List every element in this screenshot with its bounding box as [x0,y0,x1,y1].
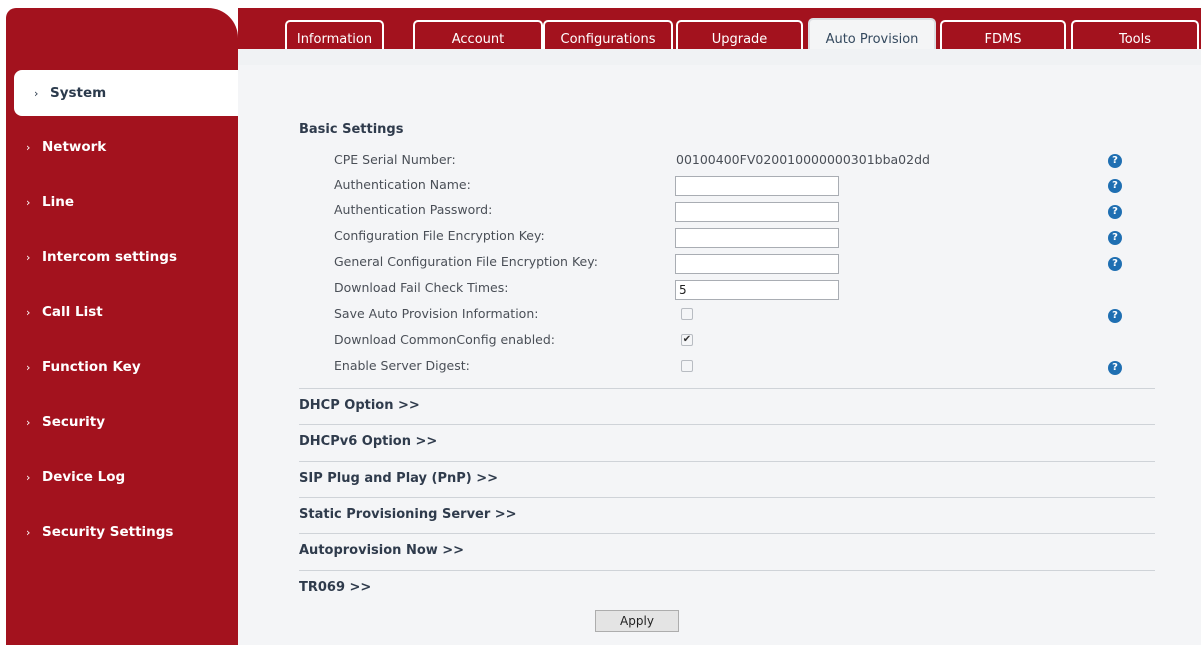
sidebar-item-function-key[interactable]: › Function Key [6,344,238,390]
chevron-right-icon: › [34,86,39,100]
dhcp-option-section[interactable]: DHCP Option >> [299,388,1155,424]
autoprovision-now-section[interactable]: Autoprovision Now >> [299,533,1155,569]
authentication-name-label: Authentication Name: [334,177,471,192]
help-icon[interactable]: ? [1108,361,1122,375]
config-file-encryption-key-input[interactable] [675,228,839,248]
sidebar-item-call-list[interactable]: › Call List [6,289,238,335]
dhcpv6-option-section[interactable]: DHCPv6 Option >> [299,424,1155,460]
chevron-right-icon: › [26,195,31,209]
sidebar-item-system[interactable]: › System [14,70,243,116]
sidebar-item-intercom-settings[interactable]: › Intercom settings [6,234,238,280]
chevron-right-icon: › [26,470,31,484]
save-auto-provision-info-label: Save Auto Provision Information: [334,306,539,321]
save-auto-provision-info-checkbox[interactable] [681,308,693,320]
general-config-file-encryption-key-label: General Configuration File Encryption Ke… [334,254,598,269]
tr069-section[interactable]: TR069 >> [299,570,1155,606]
enable-server-digest-checkbox[interactable] [681,360,693,372]
enable-server-digest-label: Enable Server Digest: [334,358,470,373]
chevron-right-icon: › [26,250,31,264]
cpe-serial-number-label: CPE Serial Number: [334,152,456,167]
sidebar-item-label: Intercom settings [42,249,177,265]
cpe-serial-number-value: 00100400FV020010000000301bba02dd [676,152,930,167]
sidebar-item-security-settings[interactable]: › Security Settings [6,509,238,555]
download-commonconfig-enabled-label: Download CommonConfig enabled: [334,332,556,347]
basic-settings-title: Basic Settings [299,122,404,137]
sip-pnp-section[interactable]: SIP Plug and Play (PnP) >> [299,461,1155,497]
static-provisioning-server-section[interactable]: Static Provisioning Server >> [299,497,1155,533]
help-icon[interactable]: ? [1108,179,1122,193]
sidebar-item-line[interactable]: › Line [6,179,238,225]
sidebar-item-network[interactable]: › Network [6,124,238,170]
config-file-encryption-key-label: Configuration File Encryption Key: [334,228,545,243]
content-panel: Basic Settings CPE Serial Number: 001004… [238,65,1201,645]
authentication-name-input[interactable] [675,176,839,196]
sidebar-item-label: Security Settings [42,524,174,540]
download-fail-check-times-input[interactable] [675,280,839,300]
sidebar-item-label: Call List [42,304,103,320]
help-icon[interactable]: ? [1108,309,1122,323]
help-icon[interactable]: ? [1108,257,1122,271]
download-fail-check-times-label: Download Fail Check Times: [334,280,509,295]
chevron-right-icon: › [26,140,31,154]
help-icon[interactable]: ? [1108,205,1122,219]
main-content: Basic Settings CPE Serial Number: 001004… [238,49,1201,645]
sidebar-item-label: System [50,85,107,101]
sidebar: › System › Network › Line › Intercom set… [6,8,243,645]
sidebar-item-label: Device Log [42,469,126,485]
general-config-file-encryption-key-input[interactable] [675,254,839,274]
sidebar-item-label: Function Key [42,359,141,375]
authentication-password-label: Authentication Password: [334,202,493,217]
top-tab-bar: Information Account Configurations Upgra… [238,8,1201,58]
download-commonconfig-enabled-checkbox[interactable]: ✔ [681,334,693,346]
sidebar-item-label: Line [42,194,74,210]
sidebar-item-label: Network [42,139,107,155]
sidebar-item-security[interactable]: › Security [6,399,238,445]
chevron-right-icon: › [26,415,31,429]
sidebar-item-device-log[interactable]: › Device Log [6,454,238,500]
apply-button[interactable]: Apply [595,610,679,632]
help-icon[interactable]: ? [1108,231,1122,245]
chevron-right-icon: › [26,525,31,539]
chevron-right-icon: › [26,305,31,319]
authentication-password-input[interactable] [675,202,839,222]
help-icon[interactable]: ? [1108,154,1122,168]
sidebar-item-label: Security [42,414,106,430]
chevron-right-icon: › [26,360,31,374]
